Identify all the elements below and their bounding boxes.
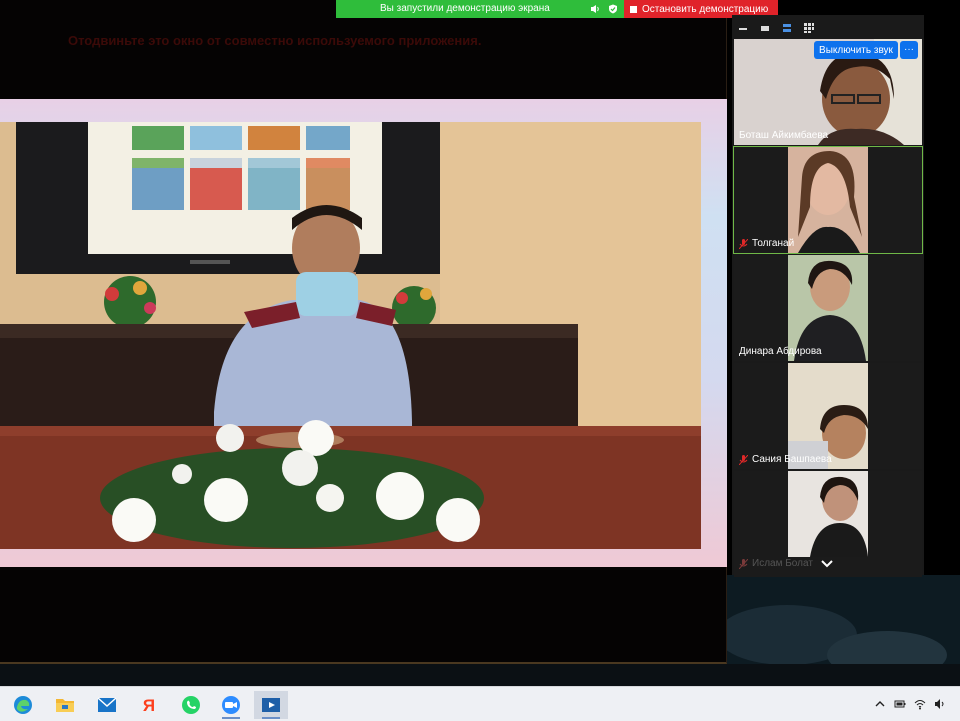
zoom-taskbar-button[interactable] [214,691,248,719]
chevron-down-icon[interactable] [820,558,834,570]
windows-taskbar: Я [0,686,960,721]
participant-tile[interactable]: Сания Башпаева [734,363,922,469]
zoom-icon [222,696,240,714]
participant-name: Толганай [752,238,795,249]
file-explorer-taskbar-button[interactable] [48,691,82,719]
battery-icon[interactable] [894,698,906,710]
grid-view-icon[interactable] [804,23,814,33]
svg-text:Я: Я [143,696,155,715]
single-view-icon[interactable] [760,23,770,33]
audio-icon[interactable] [590,4,600,14]
share-hint-text: Отодвиньте это окно от совместно использ… [68,33,482,48]
chevron-up-icon[interactable] [874,698,886,710]
mail-taskbar-button[interactable] [90,691,124,719]
muted-microphone-icon [739,455,748,465]
wifi-icon[interactable] [914,698,926,710]
video-scene [0,122,701,549]
edge-icon [14,696,32,714]
participant-name: Сания Башпаева [752,454,832,465]
muted-microphone-icon [739,559,748,569]
minimize-icon[interactable] [738,23,748,33]
mail-icon [97,697,117,712]
folder-icon [56,699,74,712]
participant-tile[interactable]: Динара Абдирова [734,255,922,361]
participant-name: Ислам Болат [752,558,813,569]
share-status-text: Вы запустили демонстрацию экрана [380,3,550,14]
whatsapp-icon [182,696,200,714]
participant-name: Динара Абдирова [739,346,822,357]
yandex-taskbar-button[interactable]: Я [132,691,166,719]
mute-audio-button[interactable]: Выключить звук [814,41,898,59]
desktop-strip [0,664,960,686]
shared-content-area: Отодвиньте это окно от совместно использ… [0,0,727,664]
edge-taskbar-button[interactable] [6,691,40,719]
participant-tile-active[interactable]: Толганай [733,146,923,254]
muted-microphone-icon [739,239,748,249]
share-status-bar[interactable]: Вы запустили демонстрацию экрана [336,0,624,18]
yandex-icon: Я [143,696,155,715]
video-frame [0,99,727,567]
shield-icon[interactable] [608,4,618,14]
stop-share-label: Остановить демонстрацию [642,3,769,15]
video-player-icon [262,698,280,712]
panel-toolbar [732,15,924,41]
whatsapp-taskbar-button[interactable] [174,691,208,719]
police-officer-video-image [0,122,701,549]
more-options-button[interactable]: ··· [900,41,918,59]
strip-view-icon[interactable] [782,23,792,33]
participants-panel: Боташ Айкимбаева Выключить звук ··· Толг… [732,15,924,577]
volume-icon[interactable] [934,698,946,710]
movies-tv-taskbar-button[interactable] [254,691,288,719]
screen-share-banner: Вы запустили демонстрацию экрана Останов… [336,0,778,18]
participant-name: Боташ Айкимбаева [739,130,829,141]
stop-icon [630,5,637,13]
